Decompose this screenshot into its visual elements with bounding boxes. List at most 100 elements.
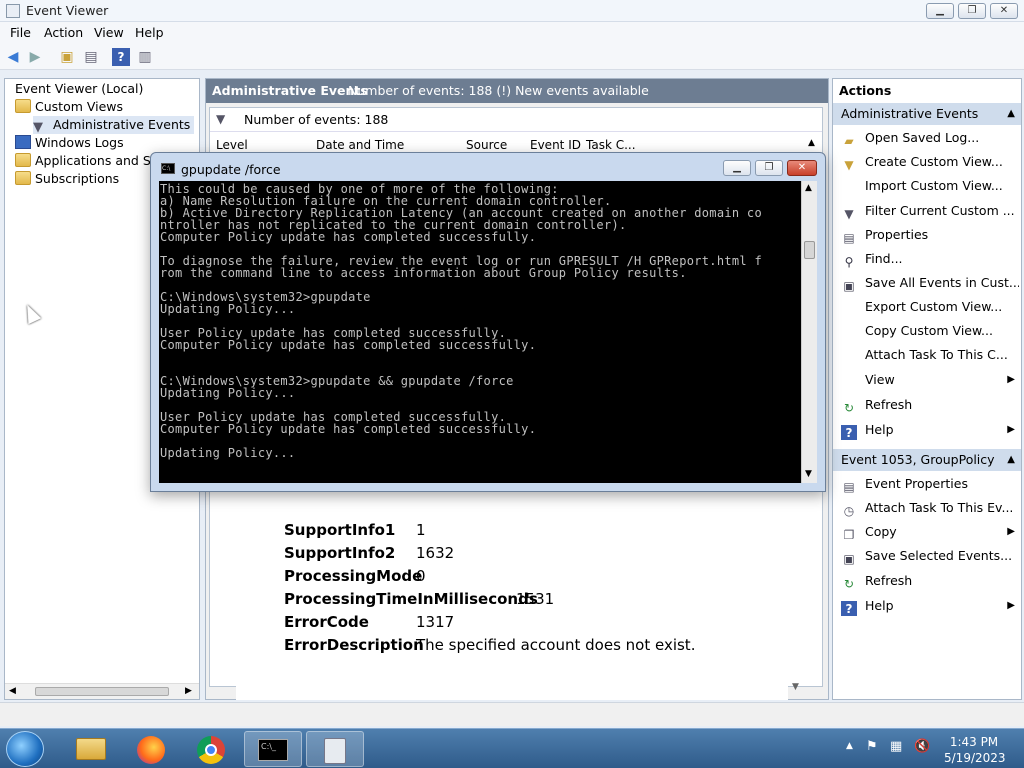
console-title: gpupdate /force bbox=[181, 162, 281, 177]
taskbar-firefox[interactable] bbox=[122, 731, 180, 767]
collapse-icon[interactable]: ▲ bbox=[1007, 449, 1015, 471]
tree-root[interactable]: Event Viewer (Local) bbox=[15, 80, 143, 98]
show-hidden-icons-icon[interactable]: ▲ bbox=[846, 741, 853, 751]
console-scrollbar[interactable]: ▲ ▼ bbox=[801, 181, 817, 483]
tree-item-administrative-events[interactable]: ▼ Administrative Events bbox=[33, 116, 195, 135]
folder-icon bbox=[15, 99, 31, 113]
column-event-id[interactable]: Event ID bbox=[530, 138, 581, 152]
taskbar-chrome[interactable] bbox=[182, 731, 240, 767]
action-import-custom-view[interactable]: Import Custom View... bbox=[841, 176, 1019, 196]
center-subtitle: Number of events: 188 (!) New events ava… bbox=[348, 83, 649, 98]
scroll-up-icon[interactable]: ▲ bbox=[805, 183, 812, 193]
windows-logs-icon bbox=[15, 135, 31, 149]
column-date-time[interactable]: Date and Time bbox=[316, 138, 404, 152]
action-help-event[interactable]: ? Help ▶ bbox=[841, 596, 1019, 616]
cmd-icon: C:\ bbox=[161, 163, 175, 174]
minimize-button[interactable]: ▁ bbox=[926, 3, 954, 19]
scroll-left-icon[interactable]: ◀ bbox=[9, 686, 16, 696]
help-icon: ? bbox=[841, 425, 857, 440]
menu-view[interactable]: View bbox=[94, 25, 124, 40]
scroll-thumb[interactable] bbox=[35, 687, 169, 696]
start-button[interactable] bbox=[6, 731, 44, 767]
actions-section-event[interactable]: Event 1053, GroupPolicy ▲ bbox=[833, 449, 1021, 471]
volume-muted-icon[interactable]: 🔇 bbox=[914, 739, 930, 754]
toolbar: ◀ ▶ ▣ ▤ ? ▥ bbox=[0, 44, 1024, 70]
tree-item-applications-services[interactable]: Applications and Serv bbox=[15, 152, 171, 170]
action-open-saved-log[interactable]: ▰ Open Saved Log... bbox=[841, 128, 1019, 148]
window-title: Event Viewer bbox=[26, 3, 109, 18]
action-save-selected-events[interactable]: ▣ Save Selected Events... bbox=[841, 546, 1019, 566]
action-find[interactable]: ⚲ Find... bbox=[841, 249, 1019, 269]
console-minimize-button[interactable]: ▁ bbox=[723, 160, 751, 176]
scroll-down-icon[interactable]: ▼ bbox=[805, 469, 812, 479]
submenu-arrow-icon: ▶ bbox=[1007, 374, 1015, 385]
tree-item-windows-logs[interactable]: Windows Logs bbox=[15, 134, 124, 152]
forward-arrow-icon[interactable]: ▶ bbox=[26, 48, 44, 66]
taskbar-explorer[interactable] bbox=[62, 731, 120, 767]
collapse-icon[interactable]: ▲ bbox=[1007, 103, 1015, 125]
console-tree-icon[interactable]: ▤ bbox=[82, 48, 100, 66]
detail-row: SupportInfo1 1 bbox=[284, 521, 426, 539]
action-attach-task[interactable]: Attach Task To This C... bbox=[841, 345, 1019, 365]
maximize-button[interactable]: ❐ bbox=[958, 3, 986, 19]
action-refresh[interactable]: ↻ Refresh bbox=[841, 395, 1019, 415]
action-filter-current-custom[interactable]: ▼ Filter Current Custom ... bbox=[841, 201, 1019, 221]
scroll-up-icon[interactable]: ▲ bbox=[808, 138, 815, 148]
action-pane-icon[interactable]: ▥ bbox=[136, 48, 154, 66]
column-task-category[interactable]: Task C... bbox=[586, 138, 636, 152]
properties-icon: ▤ bbox=[843, 480, 855, 494]
network-icon[interactable]: ▦ bbox=[890, 739, 902, 754]
column-source[interactable]: Source bbox=[466, 138, 507, 152]
back-arrow-icon[interactable]: ◀ bbox=[4, 48, 22, 66]
action-save-all-events[interactable]: ▣ Save All Events in Cust... bbox=[841, 273, 1019, 293]
detail-row: SupportInfo2 1632 bbox=[284, 544, 455, 562]
tree-item-subscriptions[interactable]: Subscriptions bbox=[15, 170, 119, 188]
copy-icon: ❐ bbox=[843, 528, 855, 542]
taskbar-event-viewer[interactable] bbox=[306, 731, 364, 767]
console-output[interactable]: This could be caused by one of more of t… bbox=[159, 181, 801, 483]
column-level[interactable]: Level bbox=[216, 138, 248, 152]
close-button[interactable]: ✕ bbox=[990, 3, 1018, 19]
action-view[interactable]: View ▶ bbox=[841, 370, 1019, 390]
detail-row: ProcessingMode0 bbox=[284, 567, 426, 585]
menu-action[interactable]: Action bbox=[44, 25, 83, 40]
action-create-custom-view[interactable]: ▼ Create Custom View... bbox=[841, 152, 1019, 172]
tree-item-custom-views[interactable]: Custom Views bbox=[15, 98, 123, 116]
menu-file[interactable]: File bbox=[10, 25, 31, 40]
system-clock[interactable]: 1:43 PM 5/19/2023 bbox=[944, 734, 1006, 766]
scroll-thumb[interactable] bbox=[804, 241, 815, 259]
detail-row: ProcessingTimeInMilliseconds1531 bbox=[284, 590, 555, 608]
action-center-flag-icon[interactable]: ⚑ bbox=[866, 739, 878, 754]
save-icon: ▣ bbox=[843, 279, 855, 293]
filter-icon: ▼ bbox=[844, 158, 854, 172]
taskbar-cmd[interactable]: C:\_ bbox=[244, 731, 302, 767]
help-icon[interactable]: ? bbox=[112, 48, 130, 66]
folder-icon bbox=[15, 171, 31, 185]
scroll-down-icon[interactable]: ▼ bbox=[792, 682, 799, 692]
menu-bar: File Action View Help bbox=[0, 22, 1024, 44]
actions-pane: Actions Administrative Events ▲ ▰ Open Sav… bbox=[832, 78, 1022, 700]
action-copy[interactable]: ❐ Copy ▶ bbox=[841, 522, 1019, 542]
folder-icon bbox=[15, 153, 31, 167]
filter-icon: ▼ bbox=[844, 207, 854, 221]
menu-help[interactable]: Help bbox=[135, 25, 164, 40]
tree-horizontal-scrollbar[interactable]: ◀ ▶ bbox=[5, 683, 199, 699]
window-titlebar: Event Viewer ▁ ❐ ✕ bbox=[0, 0, 1024, 22]
console-window[interactable]: C:\ gpupdate /force ▁ ❐ ✕ This could be … bbox=[150, 152, 826, 492]
action-refresh-event[interactable]: ↻ Refresh bbox=[841, 571, 1019, 591]
filter-count: Number of events: 188 bbox=[244, 112, 389, 127]
action-help[interactable]: ? Help ▶ bbox=[841, 420, 1019, 440]
action-copy-custom-view[interactable]: Copy Custom View... bbox=[841, 321, 1019, 341]
action-event-properties[interactable]: ▤ Event Properties bbox=[841, 474, 1019, 494]
action-properties[interactable]: ▤ Properties bbox=[841, 225, 1019, 245]
folder-up-icon[interactable]: ▣ bbox=[58, 48, 76, 66]
scroll-right-icon[interactable]: ▶ bbox=[185, 686, 192, 696]
console-maximize-button[interactable]: ❐ bbox=[755, 160, 783, 176]
submenu-arrow-icon: ▶ bbox=[1007, 424, 1015, 435]
action-attach-task-event[interactable]: ◷ Attach Task To This Ev... bbox=[841, 498, 1019, 518]
event-viewer-icon bbox=[324, 738, 346, 764]
action-export-custom-view[interactable]: Export Custom View... bbox=[841, 297, 1019, 317]
actions-section-administrative-events[interactable]: Administrative Events ▲ bbox=[833, 103, 1021, 125]
status-bar bbox=[0, 702, 1024, 726]
console-close-button[interactable]: ✕ bbox=[787, 160, 817, 176]
